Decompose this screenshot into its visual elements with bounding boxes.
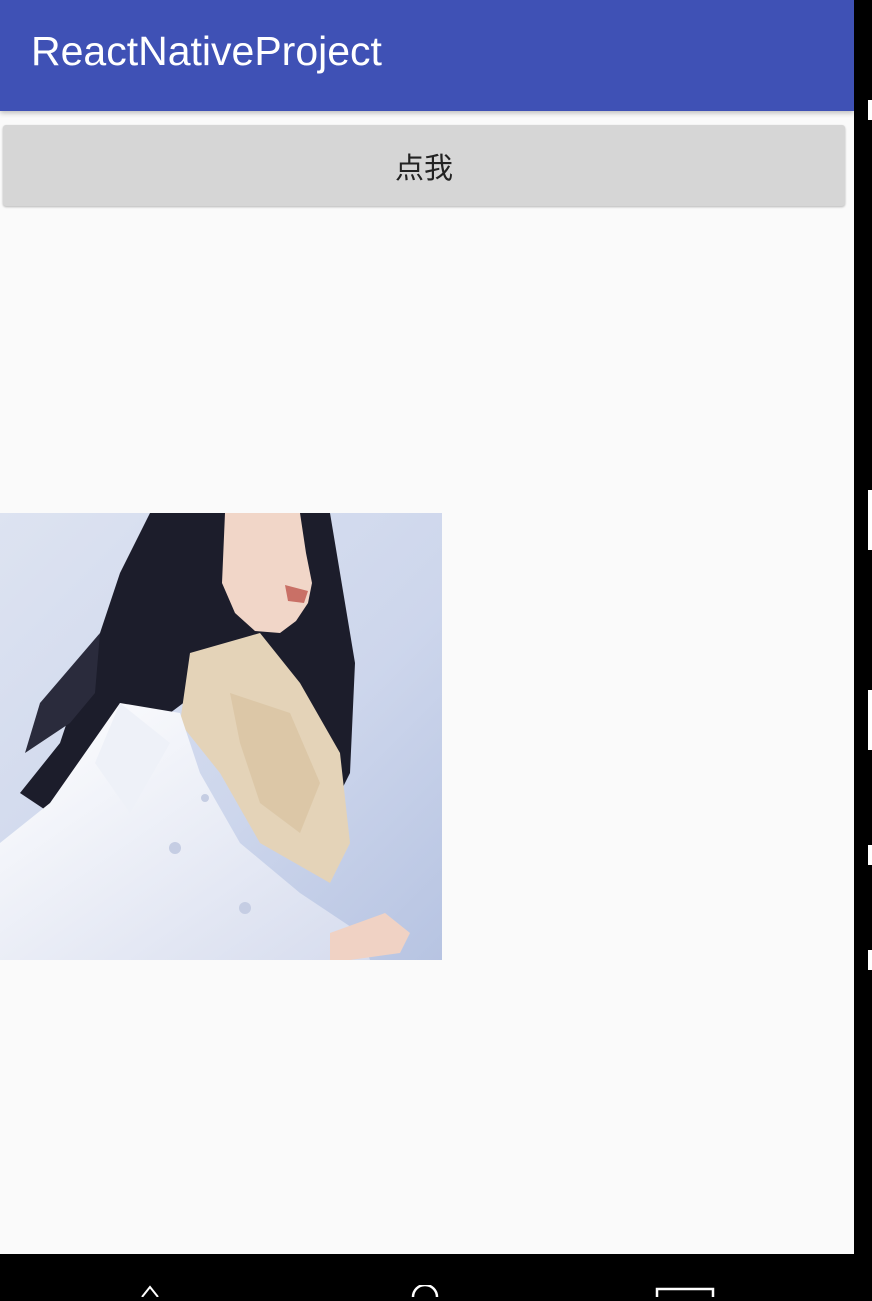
app-bar: ReactNativeProject [0, 0, 854, 111]
edge-mark [868, 490, 872, 550]
edge-mark [868, 845, 872, 865]
back-icon[interactable] [140, 1282, 160, 1298]
app-screen: ReactNativeProject 点我 [0, 0, 854, 1254]
screen-edge [854, 0, 872, 1254]
tap-me-button[interactable]: 点我 [3, 125, 845, 206]
edge-mark [868, 100, 872, 120]
portrait-photo [0, 513, 442, 960]
home-icon[interactable] [410, 1282, 440, 1298]
system-nav-bar [0, 1254, 872, 1301]
edge-mark [868, 690, 872, 750]
recents-icon[interactable] [655, 1282, 715, 1301]
edge-mark [868, 950, 872, 970]
app-title: ReactNativeProject [31, 28, 382, 74]
